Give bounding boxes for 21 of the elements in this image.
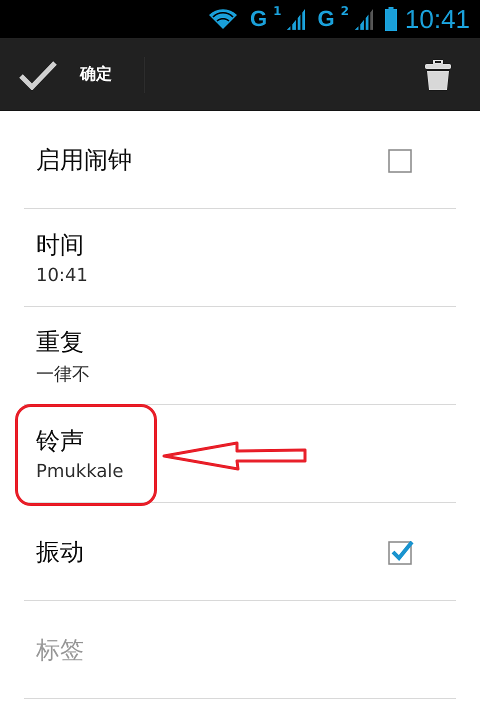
- checkbox[interactable]: [388, 146, 414, 172]
- network-type: G: [250, 6, 268, 32]
- wifi-icon: [208, 8, 238, 30]
- setting-value: 10:41: [36, 265, 88, 286]
- setting-title[interactable]: 启用闹钟: [36, 144, 132, 176]
- trash-icon[interactable]: [425, 60, 451, 90]
- setting-value: Pmukkale: [36, 461, 124, 482]
- network-type: G: [317, 6, 335, 32]
- setting-value: 一律不: [36, 362, 90, 386]
- signal-icon: [352, 7, 373, 31]
- setting-title[interactable]: 重复: [36, 326, 84, 358]
- signal-icon: [285, 7, 306, 31]
- setting-title[interactable]: 时间: [36, 229, 84, 261]
- sim-number: 2: [340, 4, 349, 18]
- battery-icon: [384, 7, 397, 31]
- setting-title[interactable]: 铃声: [36, 425, 84, 457]
- setting-title[interactable]: 振动: [36, 536, 84, 568]
- check-icon: [18, 60, 58, 90]
- checkbox[interactable]: [388, 538, 414, 564]
- sim-number: 1: [273, 4, 282, 18]
- clock-time: 10:41: [404, 4, 470, 34]
